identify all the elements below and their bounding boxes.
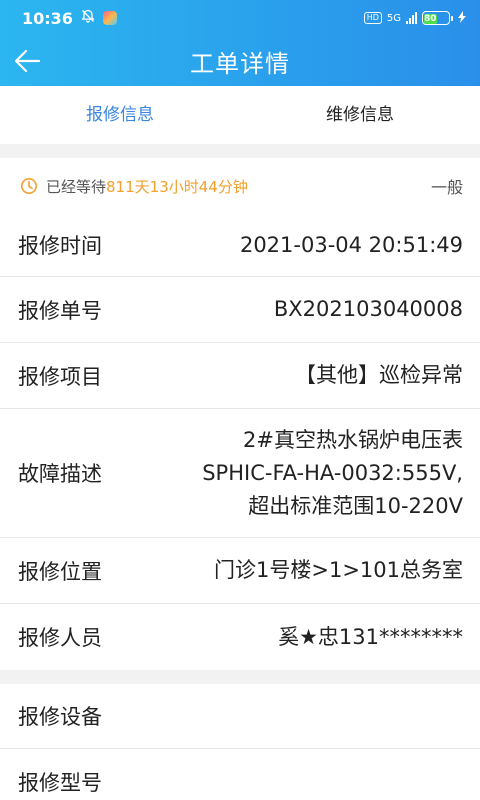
priority-level: 一般 (430, 178, 463, 197)
detail-row-reporter: 报修人员 奚★忠131******** (0, 604, 480, 670)
waiting-time-row: 已经等待 811天13小时44分钟 一般 (0, 158, 480, 214)
mute-notification-icon (81, 9, 95, 27)
detail-label: 报修时间 (18, 234, 102, 258)
device-card: 报修设备 报修型号 (0, 684, 480, 800)
detail-label: 报修设备 (18, 705, 102, 729)
detail-value: 【其他】巡检异常 (295, 363, 463, 387)
detail-value[interactable]: 奚★忠131******** (278, 621, 463, 654)
tab-bar: 报修信息 维修信息 (0, 86, 480, 144)
hd-icon: HD (363, 12, 382, 24)
waiting-prefix: 已经等待 (46, 177, 107, 196)
battery-level: 80 (424, 14, 437, 24)
detail-row-fault-description: 故障描述 2#真空热水锅炉电压表 SPHIC-FA-HA-0032:555V, … (0, 409, 480, 538)
detail-row-location: 报修位置 门诊1号楼>1>101总务室 (0, 538, 480, 604)
detail-row-model: 报修型号 (0, 749, 480, 800)
status-bar: 10:36 HD 5G 80 (0, 0, 480, 36)
detail-label: 报修项目 (18, 364, 102, 389)
detail-label: 故障描述 (18, 462, 102, 486)
detail-label: 报修型号 (18, 770, 102, 795)
detail-label: 报修位置 (18, 559, 102, 584)
fault-line: SPHIC-FA-HA-0032:555V, (202, 460, 463, 485)
arrow-left-icon (14, 49, 41, 73)
app-notification-icon (102, 11, 117, 25)
detail-row-order-number: 报修单号 BX202103040008 (0, 277, 480, 343)
detail-label: 报修人员 (18, 626, 102, 650)
detail-row-project: 报修项目 【其他】巡检异常 (0, 343, 480, 409)
battery-icon: 80 (422, 11, 453, 25)
clock-icon (21, 178, 37, 194)
detail-value: 2021-03-04 20:51:49 (239, 232, 463, 257)
detail-value: 门诊1号楼>1>101总务室 (214, 558, 463, 582)
detail-label: 报修单号 (18, 298, 102, 323)
waiting-duration: 811天13小时44分钟 (106, 177, 248, 196)
page-title: 工单详情 (190, 49, 290, 78)
status-time: 10:36 (22, 8, 73, 28)
signal-icon (406, 12, 417, 24)
detail-row-device: 报修设备 (0, 684, 480, 749)
fault-line: 超出标准范围10-220V (248, 493, 463, 518)
nav-bar: 工单详情 (0, 36, 480, 86)
tab-repair-info[interactable]: 报修信息 (0, 86, 240, 144)
repair-details-card: 报修时间 2021-03-04 20:51:49 报修单号 BX20210304… (0, 214, 480, 670)
charging-icon (458, 10, 466, 26)
back-button[interactable] (10, 44, 44, 78)
detail-value: BX202103040008 (273, 297, 463, 321)
network-label: 5G (386, 12, 401, 24)
tab-maintenance-info[interactable]: 维修信息 (240, 86, 480, 144)
detail-value-multiline: 2#真空热水锅炉电压表 SPHIC-FA-HA-0032:555V, 超出标准范… (202, 424, 463, 523)
app-header: 10:36 HD 5G 80 工单详情 (0, 0, 480, 86)
detail-row-time: 报修时间 2021-03-04 20:51:49 (0, 214, 480, 277)
fault-line: 2#真空热水锅炉电压表 (243, 427, 463, 452)
